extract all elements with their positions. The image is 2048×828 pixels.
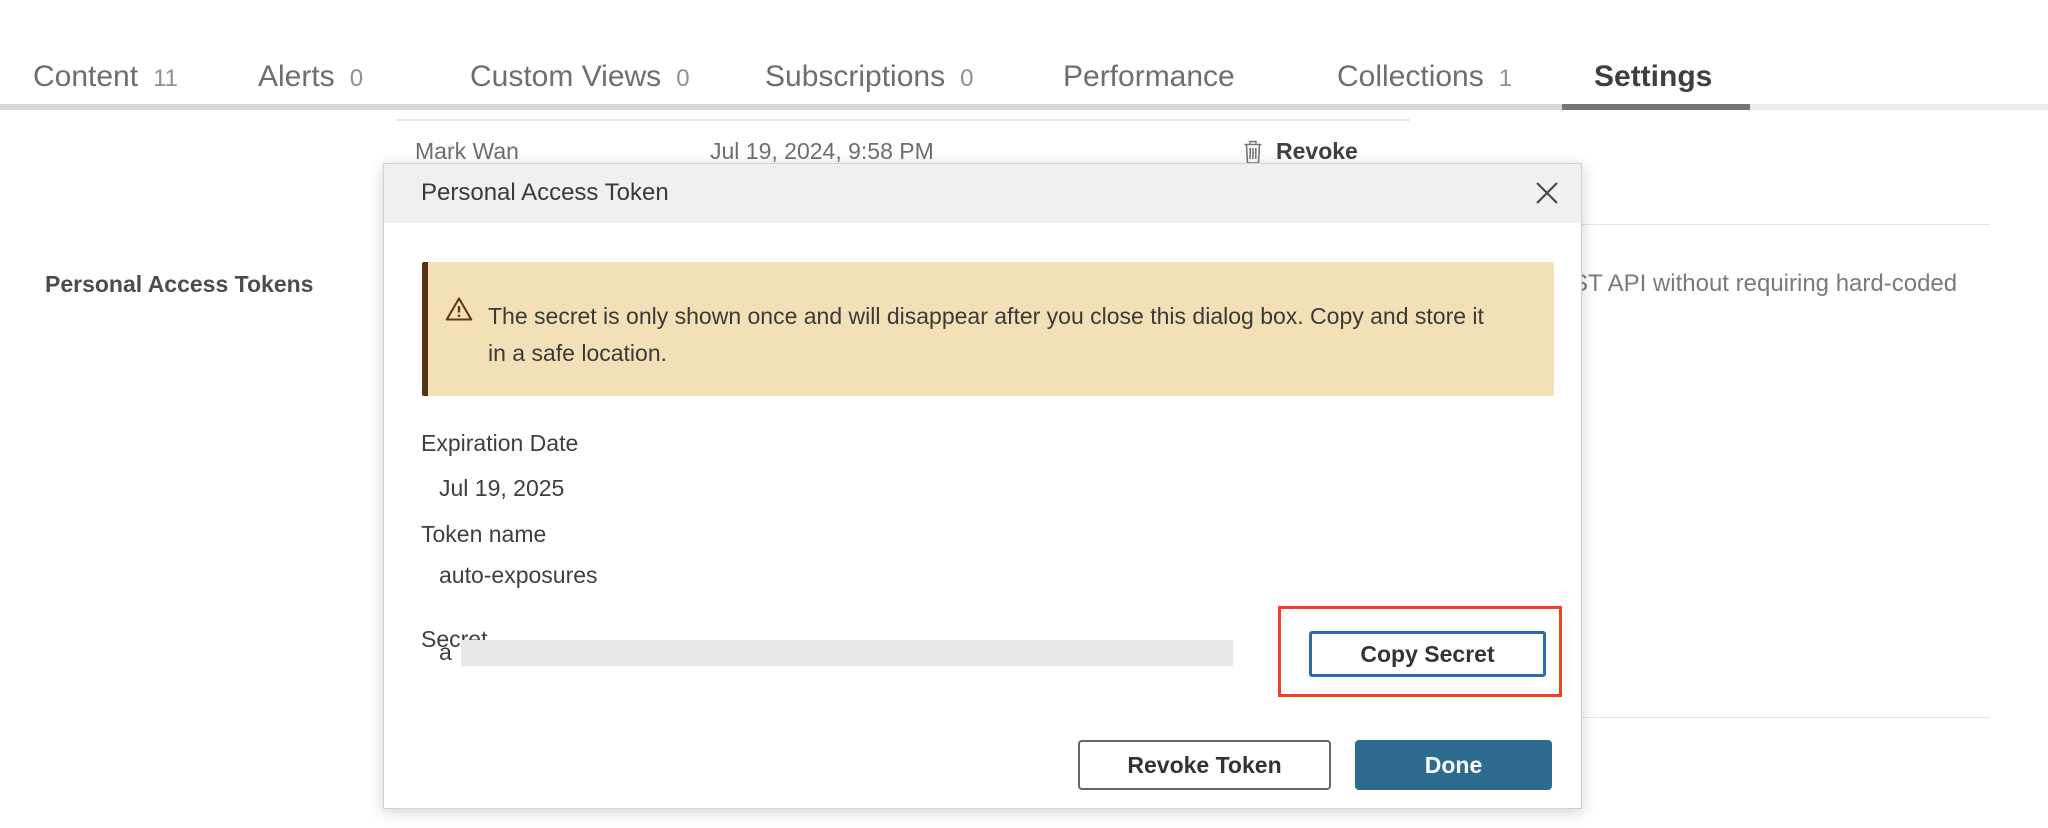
tab-content[interactable]: Content 11	[33, 60, 178, 94]
active-tab-underline	[1562, 104, 1750, 110]
tab-count: 11	[153, 65, 178, 93]
secret-masked-bar	[461, 640, 1233, 666]
expiration-date-label: Expiration Date	[421, 430, 578, 457]
warning-text: The secret is only shown once and will d…	[488, 298, 1503, 372]
dialog-title: Personal Access Token	[421, 179, 669, 207]
tab-custom-views[interactable]: Custom Views 0	[470, 60, 690, 94]
token-owner-cell: Mark Wan	[415, 138, 519, 165]
close-icon[interactable]	[1531, 177, 1563, 209]
tabbar-divider	[0, 104, 1750, 110]
token-name-value: auto-exposures	[439, 562, 598, 589]
personal-access-token-dialog: Personal Access Token The secret is only…	[383, 163, 1582, 809]
tab-label: Settings	[1594, 60, 1712, 94]
section-label: Personal Access Tokens	[45, 271, 313, 298]
tab-count: 0	[676, 65, 689, 93]
section-description-fragment: ST API without requiring hard-coded	[1572, 270, 1957, 298]
revoke-token-button[interactable]: Revoke Token	[1078, 740, 1331, 790]
secret-warning-banner: The secret is only shown once and will d…	[422, 262, 1554, 396]
token-timestamp-cell: Jul 19, 2024, 9:58 PM	[710, 138, 934, 165]
tab-label: Alerts	[258, 60, 335, 94]
revoke-row-action[interactable]: Revoke	[1276, 138, 1358, 165]
tab-label: Content	[33, 60, 138, 94]
tab-settings[interactable]: Settings	[1594, 60, 1712, 94]
copy-secret-button[interactable]: Copy Secret	[1309, 631, 1546, 677]
tab-subscriptions[interactable]: Subscriptions 0	[765, 60, 973, 94]
tab-count: 0	[960, 65, 973, 93]
done-button[interactable]: Done	[1355, 740, 1552, 790]
tab-label: Custom Views	[470, 60, 661, 94]
page: Content 11 Alerts 0 Custom Views 0 Subsc…	[0, 0, 2048, 828]
tab-count: 1	[1499, 65, 1512, 93]
tab-collections[interactable]: Collections 1	[1337, 60, 1512, 94]
tab-label: Collections	[1337, 60, 1484, 94]
tab-alerts[interactable]: Alerts 0	[258, 60, 363, 94]
dialog-header: Personal Access Token	[384, 164, 1581, 223]
secret-visible-value: a	[439, 639, 452, 666]
secret-value-row: a	[439, 639, 1233, 666]
token-table-row-border	[396, 119, 1410, 121]
tabbar-divider-right	[1750, 104, 2048, 110]
token-name-label: Token name	[421, 521, 546, 548]
expiration-date-value: Jul 19, 2025	[439, 475, 564, 502]
tab-label: Subscriptions	[765, 60, 945, 94]
warning-icon	[445, 296, 473, 327]
tab-count: 0	[350, 65, 363, 93]
tab-performance[interactable]: Performance	[1063, 60, 1235, 94]
tab-label: Performance	[1063, 60, 1235, 94]
